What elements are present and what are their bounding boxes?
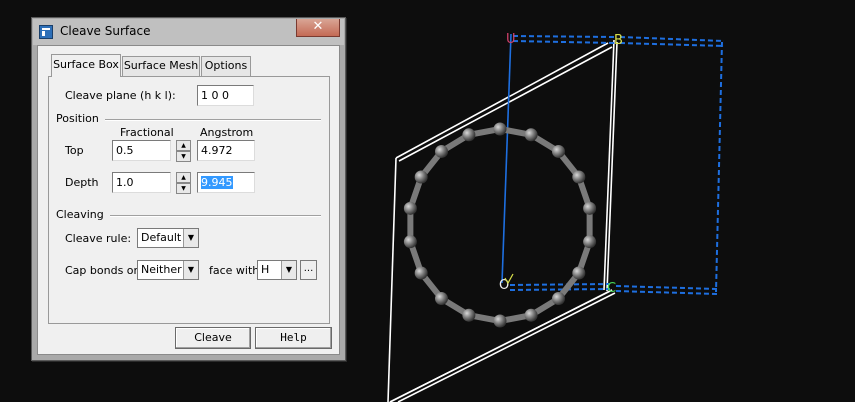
position-section-label: Position — [56, 112, 99, 125]
help-button-label: Help — [280, 331, 307, 344]
spin-up-icon[interactable]: ▲ — [176, 172, 191, 183]
cap-bonds-value: Neither — [141, 263, 182, 276]
atom[interactable] — [572, 170, 586, 184]
cleaving-section-label: Cleaving — [56, 208, 104, 221]
atom[interactable] — [524, 128, 538, 142]
chevron-down-icon[interactable]: ▼ — [183, 261, 198, 279]
tab-surface-mesh[interactable]: Surface Mesh — [122, 56, 200, 76]
atom[interactable] — [524, 308, 538, 322]
depth-label: Depth — [65, 176, 99, 189]
depth-angstrom-input[interactable]: 9.945 — [197, 172, 255, 193]
close-icon: ✕ — [312, 19, 324, 34]
atom[interactable] — [551, 144, 565, 158]
position-divider — [105, 119, 321, 121]
cleave-rule-label: Cleave rule: — [65, 232, 132, 245]
atom[interactable] — [435, 292, 449, 306]
atom[interactable] — [583, 201, 597, 215]
cleave-plane-input[interactable]: 1 0 0 — [197, 85, 254, 106]
cleave-surface-dialog: Cleave Surface ✕ Surface Box Surface Mes… — [31, 17, 346, 361]
axis-label-u: U — [506, 32, 516, 47]
axis-label-c: C — [607, 281, 616, 296]
ellipsis-icon: ... — [303, 263, 314, 274]
cleave-plane-label: Cleave plane (h k l): — [65, 89, 176, 102]
cleave-button[interactable]: Cleave — [175, 327, 251, 349]
atom[interactable] — [551, 292, 565, 306]
atom[interactable] — [435, 144, 449, 158]
spin-up-icon[interactable]: ▲ — [176, 140, 191, 151]
chevron-down-icon[interactable]: ▼ — [183, 229, 198, 247]
atom[interactable] — [462, 308, 476, 322]
cleave-rule-select[interactable]: Default ▼ — [137, 228, 199, 248]
top-label: Top — [65, 144, 84, 157]
atom[interactable] — [493, 122, 507, 136]
atom[interactable] — [493, 314, 507, 328]
cap-atom-select[interactable]: H ▼ — [257, 260, 297, 280]
axis-label-origin: O — [499, 278, 509, 293]
carbon-ring-molecule — [403, 122, 597, 328]
tab-label: Options — [204, 59, 248, 72]
chevron-down-icon[interactable]: ▼ — [281, 261, 296, 279]
surface-box-panel: Cleave plane (h k l): 1 0 0 Position Fra… — [48, 76, 330, 324]
cleave-rule-value: Default — [141, 231, 182, 244]
app-window-icon — [39, 25, 53, 39]
atom[interactable] — [462, 128, 476, 142]
cap-bonds-label: Cap bonds on — [65, 264, 141, 277]
axis-label-b: B — [614, 33, 623, 48]
help-button[interactable]: Help — [255, 327, 332, 349]
tab-options[interactable]: Options — [201, 56, 251, 76]
cap-options-button[interactable]: ... — [300, 260, 317, 280]
atom[interactable] — [414, 170, 428, 184]
spin-down-icon[interactable]: ▼ — [176, 151, 191, 162]
atom[interactable] — [403, 201, 417, 215]
cap-bonds-select[interactable]: Neither ▼ — [137, 260, 199, 280]
top-fractional-input[interactable]: 0.5 — [112, 140, 171, 161]
atom[interactable] — [414, 266, 428, 280]
tab-label: Surface Mesh — [123, 59, 199, 72]
dialog-client-area: Surface Box Surface Mesh Options Cleave … — [37, 45, 340, 355]
top-angstrom-input[interactable]: 4.972 — [197, 140, 255, 161]
top-spinner[interactable]: ▲ ▼ — [176, 140, 191, 162]
tab-surface-box[interactable]: Surface Box — [51, 54, 121, 77]
cleave-plane-front — [389, 289, 613, 402]
dialog-titlebar[interactable]: Cleave Surface ✕ — [33, 19, 344, 45]
face-with-label: face with — [209, 264, 260, 277]
depth-fractional-input[interactable]: 1.0 — [112, 172, 171, 193]
atom[interactable] — [572, 266, 586, 280]
angstrom-column-header: Angstrom — [200, 126, 254, 139]
cap-atom-value: H — [261, 263, 270, 276]
spin-down-icon[interactable]: ▼ — [176, 183, 191, 194]
atom[interactable] — [583, 235, 597, 249]
tab-label: Surface Box — [53, 58, 119, 71]
close-button[interactable]: ✕ — [296, 19, 340, 37]
selected-text: 9.945 — [201, 176, 233, 189]
fractional-column-header: Fractional — [120, 126, 174, 139]
dialog-title: Cleave Surface — [60, 24, 151, 38]
atom[interactable] — [403, 235, 417, 249]
cleaving-divider — [110, 215, 321, 217]
cleave-button-label: Cleave — [194, 331, 232, 344]
cleave-plane — [387, 39, 618, 402]
depth-spinner[interactable]: ▲ ▼ — [176, 172, 191, 194]
